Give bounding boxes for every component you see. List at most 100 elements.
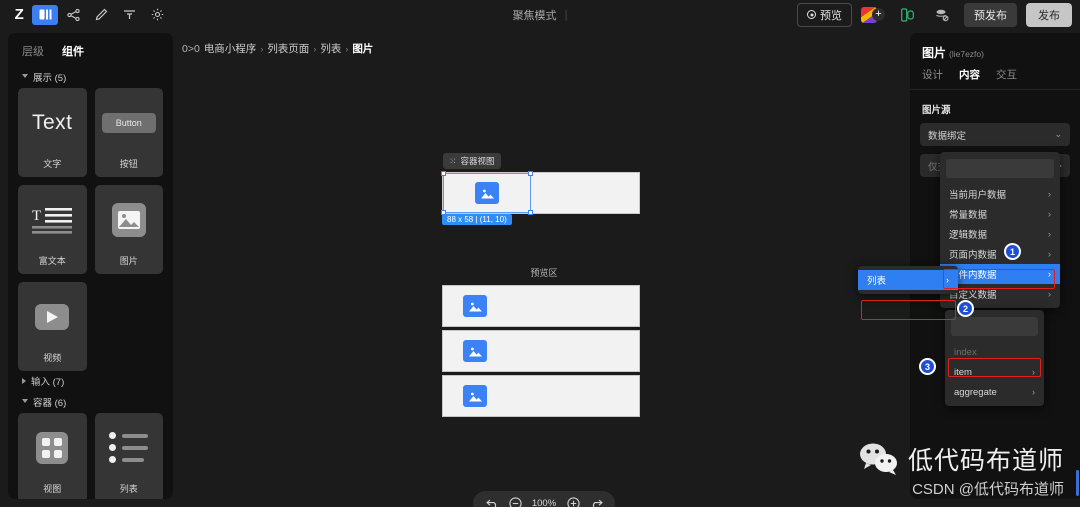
component-label-list: 列表 [119,484,138,494]
pre-release-button[interactable]: 预发布 [964,2,1017,27]
align-icon[interactable] [116,5,142,25]
toolbar-right-group: 预览 + 预发布 发布 [797,0,1072,29]
component-card-button[interactable]: Button 按钮 [94,88,164,177]
left-panel-tabs: 层级 组件 [8,33,173,67]
component-library: 展示 (5) Text 文字 Button 按钮 T 富文本 图片 视频 输入 … [8,67,173,499]
preview-button[interactable]: 预览 [797,2,852,27]
list-art-wrap [95,413,164,482]
undo-icon[interactable] [485,497,499,507]
view-cell [42,449,51,458]
tab-layers[interactable]: 层级 [22,43,44,59]
component-card-image[interactable]: 图片 [94,185,163,274]
menu-item-list[interactable]: 列表 › [858,270,958,290]
menu-item-label: index [954,346,977,358]
component-card-text[interactable]: Text 文字 [18,88,87,177]
top-toolbar: Z 聚焦模式 | 预览 + 预发布 发布 [0,0,1080,29]
component-card-video[interactable]: 视频 [18,282,87,371]
tab-interaction[interactable]: 交互 [996,67,1017,82]
add-collaborator-button[interactable]: + [872,7,885,21]
list-row [109,444,149,451]
scroll-indicator[interactable] [1076,470,1079,496]
menu-item-label: 常量数据 [949,210,988,221]
preview-row[interactable] [442,285,640,327]
view-cell [54,437,63,446]
menu-item-constant-data[interactable]: 常量数据 › [940,204,1060,224]
zoom-level-value[interactable]: 100% [531,498,557,507]
text-art: Text [18,88,87,157]
group-label-container: 容器 (6) [33,398,67,409]
component-label-video: 视频 [43,353,62,363]
breadcrumb-item-list[interactable]: 列表 [320,41,341,56]
menu-item-page-data[interactable]: 页面内数据 › [940,244,1060,264]
component-card-list[interactable]: 列表 [94,413,164,499]
share-node-icon[interactable] [60,5,86,25]
tab-design[interactable]: 设计 [922,67,943,82]
divider: | [564,8,568,21]
group-label-input: 输入 (7) [31,377,65,388]
submenu-search-input[interactable] [951,317,1038,336]
tab-components[interactable]: 组件 [62,43,84,59]
list-row [109,456,148,463]
zoom-in-button[interactable] [566,497,580,507]
component-label-text: 文字 [43,159,62,169]
layout-icon[interactable] [32,4,58,25]
app-root: Z 聚焦模式 | 预览 + 预发布 发布 层级 组件 展示 (5) Text 文… [0,0,1080,507]
menu-item-item[interactable]: item › [945,362,1044,382]
zoom-out-button[interactable] [508,497,522,507]
group-header-container[interactable]: 容器 (6) [18,392,163,413]
menu-item-aggregate[interactable]: aggregate › [945,382,1044,402]
list-icon [109,432,149,463]
step-badge-1: 1 [1004,243,1021,260]
preview-stack [442,285,640,420]
component-card-richtext[interactable]: T 富文本 [18,185,87,274]
app-logo[interactable]: Z [8,6,30,23]
breadcrumb-item-image[interactable]: 图片 [352,41,373,56]
breadcrumb-item-page[interactable]: 列表页面 [267,41,309,56]
preview-row[interactable] [442,375,640,417]
resize-handle-tl[interactable] [441,171,446,176]
menu-item-component-data[interactable]: 组件内数据 › [940,264,1060,284]
preview-row[interactable] [442,330,640,372]
redo-icon[interactable] [589,497,603,507]
image-placeholder-icon [475,182,499,204]
component-label-image: 图片 [119,256,138,266]
page-title: 图片 (lie7ezfo) [910,33,1080,67]
menu-item-custom-data[interactable]: 自定义数据 › [940,284,1060,304]
canvas-area[interactable]: 0>0 电商小程序 › 列表页面 › 列表 › 图片 ⁙ 容器视图 88 x 5… [178,33,910,507]
menu-item-label: 当前用户数据 [949,190,1007,201]
menu-item-index: index [945,342,1044,362]
left-panel: 层级 组件 展示 (5) Text 文字 Button 按钮 T 富文本 图片 … [8,33,173,499]
menu-search-input[interactable] [946,159,1054,178]
container-view-tag[interactable]: ⁙ 容器视图 [443,153,501,169]
preview-icon [807,10,816,19]
container-view-tag-label: 容器视图 [460,156,495,166]
image-source-select[interactable]: 数据绑定 ⌄ [920,123,1070,146]
chevron-right-icon: › [1048,209,1051,219]
resize-handle-tr[interactable] [528,171,533,176]
menu-item-current-user-data[interactable]: 当前用户数据 › [940,184,1060,204]
avatar-group[interactable]: + [861,5,885,25]
layers-off-icon[interactable] [929,5,955,25]
chevron-down-icon [22,398,28,406]
video-icon [35,303,70,330]
phone-qr-icon[interactable] [894,5,920,25]
breadcrumb-item-app[interactable]: 电商小程序 [204,41,257,56]
button-art: Button [95,88,164,157]
selected-image-element[interactable] [441,171,533,215]
breadcrumb-separator: › [260,43,264,54]
menu-item-label: 列表 [867,276,887,287]
view-cell [42,437,51,446]
view-icon [36,431,69,464]
resize-handle-br[interactable] [528,210,533,215]
group-header-display[interactable]: 展示 (5) [18,67,163,88]
breadcrumb: 0>0 电商小程序 › 列表页面 › 列表 › 图片 [182,41,373,56]
gear-icon[interactable] [144,5,170,25]
component-card-view[interactable]: 视图 [18,413,87,499]
pen-icon[interactable] [88,5,114,25]
chevron-down-icon: ⌄ [1054,129,1062,139]
component-id: (lie7ezfo) [949,49,984,59]
tab-content[interactable]: 内容 [959,67,980,82]
release-button[interactable]: 发布 [1026,2,1072,27]
group-header-input[interactable]: 输入 (7) [18,371,163,392]
menu-item-logic-data[interactable]: 逻辑数据 › [940,224,1060,244]
